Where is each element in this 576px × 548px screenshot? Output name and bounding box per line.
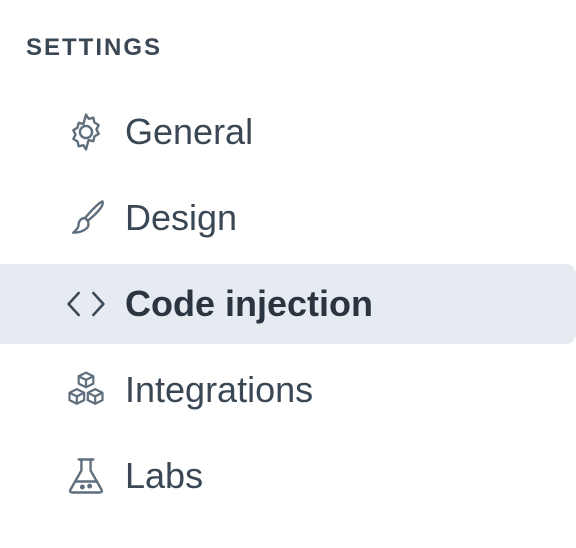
flask-icon — [64, 454, 108, 498]
sidebar-item-label: Integrations — [125, 369, 314, 410]
gear-icon — [64, 110, 108, 154]
sidebar-item-label: General — [125, 111, 254, 152]
sidebar-item-design[interactable]: Design — [0, 178, 576, 258]
sidebar-item-label: Code injection — [125, 283, 374, 324]
cubes-icon — [64, 368, 108, 412]
sidebar-item-label: Design — [125, 197, 238, 238]
sidebar-item-label: Labs — [125, 455, 204, 496]
sidebar-item-integrations[interactable]: Integrations — [0, 350, 576, 430]
code-brackets-icon — [64, 282, 108, 326]
section-title: SETTINGS — [26, 34, 163, 61]
sidebar-item-general[interactable]: General — [0, 92, 576, 172]
sidebar-item-code-injection[interactable]: Code injection — [0, 264, 576, 344]
sidebar-item-labs[interactable]: Labs — [0, 436, 576, 516]
settings-menu: General Design Code injection Integratio… — [0, 92, 576, 522]
paintbrush-icon — [64, 196, 108, 240]
settings-sidebar: SETTINGS General Design Code injection I… — [0, 0, 576, 548]
